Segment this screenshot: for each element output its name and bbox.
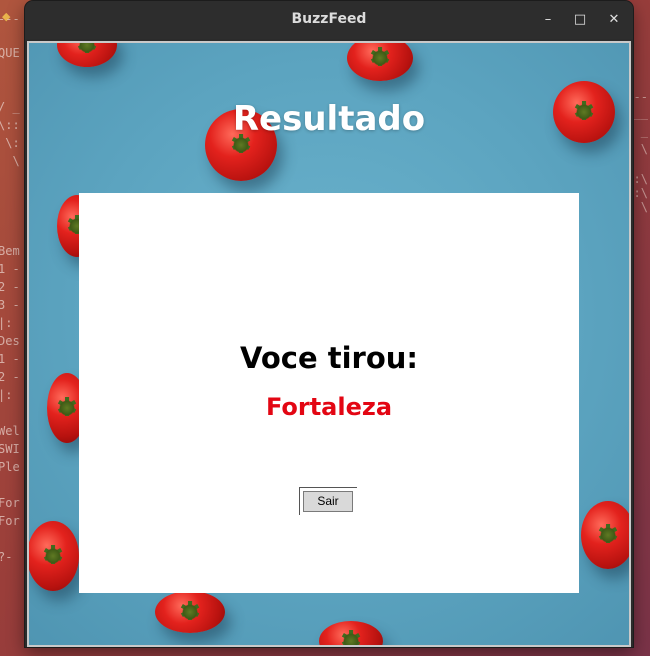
terminal-line: \ — [0, 154, 20, 168]
terminal-line: __ — [633, 106, 648, 120]
close-icon[interactable]: ✕ — [604, 10, 624, 30]
terminal-line: --- — [0, 12, 20, 26]
game-canvas: ✱ ✱ ✱ ✱ ✱ ✱ ✱ ✱ ✱ ✱ Resultado Voce tirou… — [27, 41, 631, 647]
minimize-icon[interactable]: – — [538, 10, 558, 30]
terminal-line: |: — [0, 388, 13, 402]
result-value: Fortaleza — [265, 393, 393, 421]
page-title: Resultado — [232, 99, 426, 139]
result-panel: Voce tirou: Fortaleza Sair — [79, 193, 579, 593]
terminal-line: \: — [0, 136, 20, 150]
terminal-line: Wel — [0, 424, 20, 438]
terminal-line: -- — [633, 90, 648, 104]
terminal-line: 2 - — [0, 370, 20, 384]
terminal-line: Ple — [0, 460, 20, 474]
terminal-line: 1 - — [0, 262, 20, 276]
terminal-line: 3 - — [0, 298, 20, 312]
terminal-line: |: — [0, 316, 13, 330]
maximize-icon[interactable]: □ — [570, 10, 590, 30]
terminal-line: \ — [640, 200, 648, 214]
terminal-line: 1 - — [0, 352, 20, 366]
result-label: Voce tirou: — [239, 341, 418, 375]
terminal-line: Des — [0, 334, 20, 348]
terminal-line: Bem — [0, 244, 20, 258]
terminal-line: _ — [640, 124, 648, 138]
terminal-line: :\ — [633, 186, 648, 200]
terminal-prompt-icon: ◆ — [2, 10, 11, 23]
exit-button[interactable]: Sair — [303, 491, 353, 512]
terminal-line: For — [0, 514, 20, 528]
terminal-line: \ — [640, 142, 648, 156]
tomato-decoration: ✱ — [29, 521, 79, 591]
tomato-decoration: ✱ — [155, 591, 225, 633]
terminal-line: 2 - — [0, 280, 20, 294]
titlebar: BuzzFeed – □ ✕ — [25, 1, 633, 39]
app-window: BuzzFeed – □ ✕ ✱ ✱ ✱ ✱ ✱ ✱ ✱ ✱ ✱ ✱ Resul… — [25, 1, 633, 647]
terminal-line: \:: — [0, 118, 20, 132]
terminal-line: SWI — [0, 442, 20, 456]
terminal-line: :\ — [633, 172, 648, 186]
terminal-line: For — [0, 496, 20, 510]
terminal-line: QUE — [0, 46, 20, 60]
terminal-line: ?- — [0, 550, 13, 564]
tomato-decoration: ✱ — [581, 501, 629, 569]
terminal-line: / _ — [0, 100, 20, 114]
